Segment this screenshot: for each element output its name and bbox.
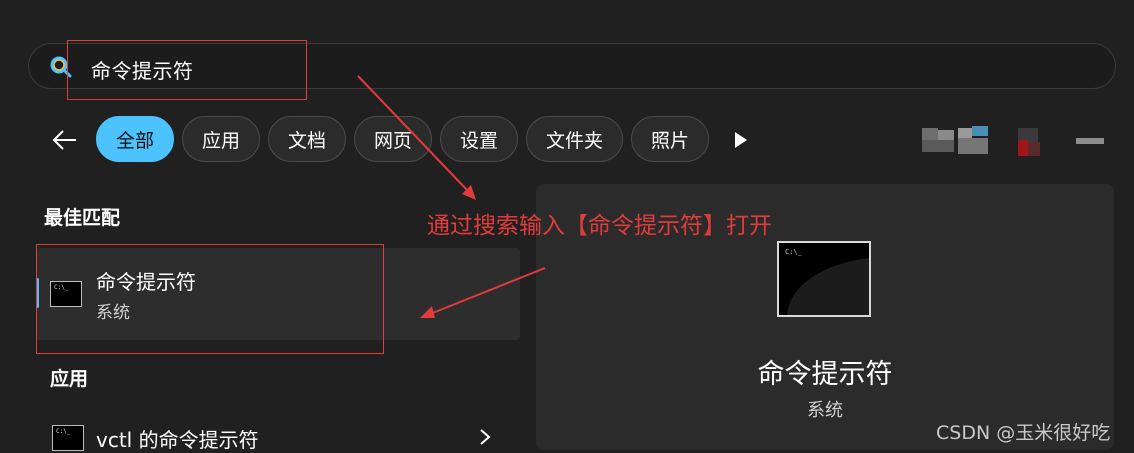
best-match-heading: 最佳匹配: [44, 207, 121, 229]
list-item[interactable]: vctl 的命令提示符: [40, 412, 510, 452]
command-prompt-icon: [52, 425, 84, 451]
tab-photos[interactable]: 照片: [631, 116, 709, 162]
command-prompt-large-icon: C:\_: [777, 241, 871, 317]
apps-heading: 应用: [50, 368, 89, 390]
filter-tabs: 全部 应用 文档 网页 设置 文件夹 照片: [96, 116, 709, 162]
annotation-box-result: [36, 244, 384, 354]
annotation-text: 通过搜索输入【命令提示符】打开: [427, 213, 772, 239]
annotation-box-search: [67, 40, 307, 100]
watermark: CSDN @玉米很好吃: [936, 422, 1111, 444]
tab-apps[interactable]: 应用: [182, 116, 260, 162]
tab-documents[interactable]: 文档: [268, 116, 346, 162]
tab-settings[interactable]: 设置: [440, 116, 518, 162]
more-filters-icon[interactable]: [733, 131, 749, 149]
back-arrow-icon[interactable]: [48, 124, 80, 156]
tab-folders[interactable]: 文件夹: [526, 116, 623, 162]
tab-all[interactable]: 全部: [96, 116, 174, 162]
app-item-title: vctl 的命令提示符: [96, 428, 259, 452]
tab-web[interactable]: 网页: [354, 116, 432, 162]
preview-title: 命令提示符: [757, 359, 893, 390]
account-area[interactable]: [918, 122, 1108, 162]
chevron-right-icon[interactable]: [478, 428, 492, 446]
